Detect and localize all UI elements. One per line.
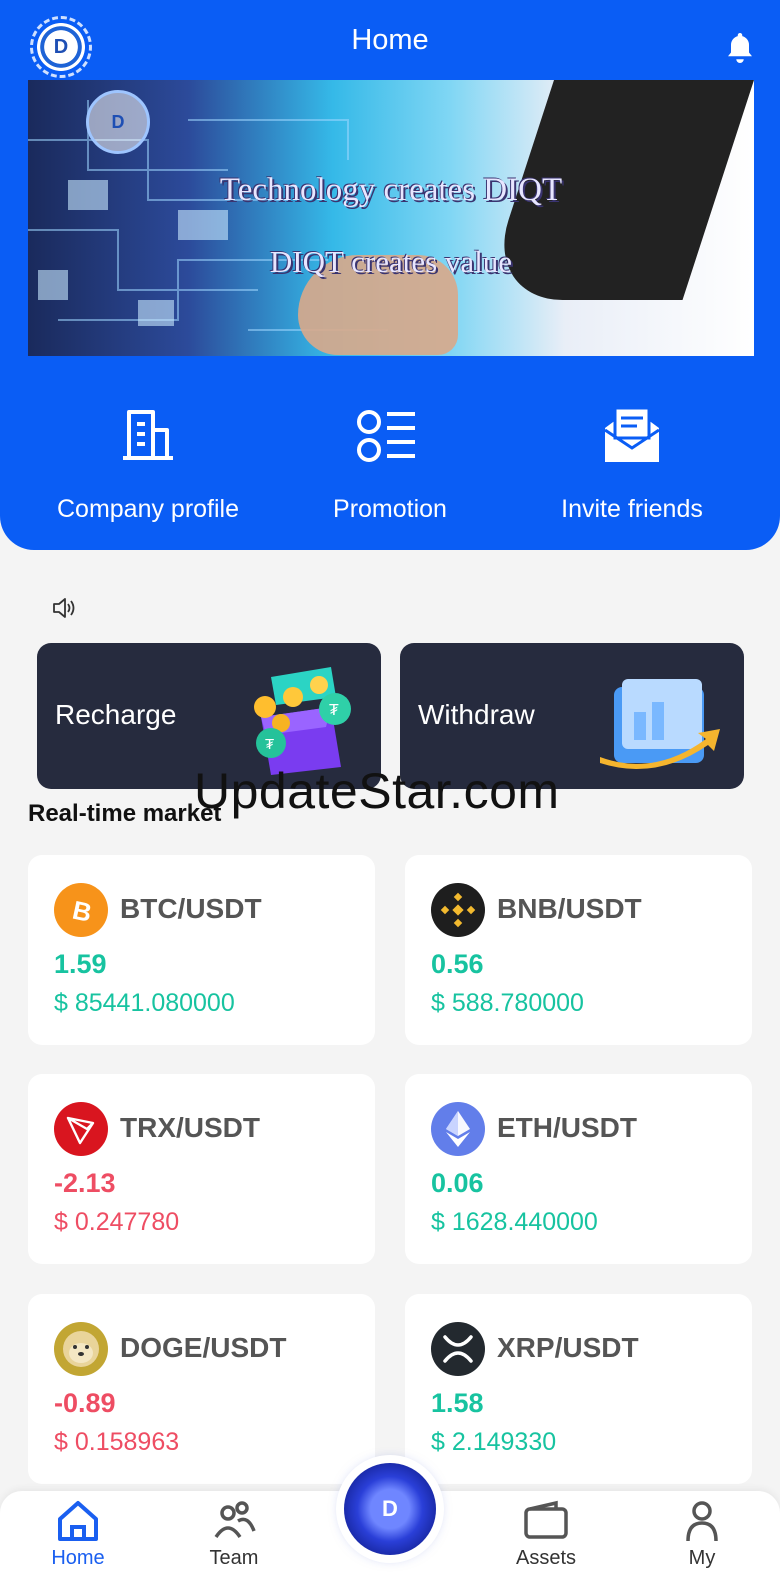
change-value: -0.89 xyxy=(54,1388,116,1418)
svg-text:₮: ₮ xyxy=(265,736,274,753)
promotion-label: Promotion xyxy=(333,495,447,523)
pair-name: XRP/USDT xyxy=(497,1332,639,1363)
change-value: 1.58 xyxy=(431,1388,484,1418)
banner-logo: D xyxy=(86,90,150,154)
price-value: $ 0.158963 xyxy=(54,1428,180,1456)
market-title: Real-time market xyxy=(28,800,222,827)
bitcoin-icon: B xyxy=(54,883,108,937)
team-icon xyxy=(214,1501,256,1539)
price-value: $ 85441.080000 xyxy=(54,989,235,1017)
pair-name: ETH/USDT xyxy=(497,1112,637,1143)
page-title: Home xyxy=(351,24,429,56)
envelope-icon xyxy=(604,406,660,462)
invite-friends-button[interactable]: Invite friends xyxy=(512,400,752,524)
user-icon xyxy=(686,1501,718,1542)
market-card-trx[interactable]: TRX/USDT -2.13 $ 0.247780 xyxy=(28,1074,375,1264)
market-card-doge[interactable]: DOGE/USDT -0.89 $ 0.158963 xyxy=(28,1294,375,1484)
pair-name: DOGE/USDT xyxy=(120,1332,287,1363)
banner-line-2: DIQT creates value xyxy=(269,244,513,279)
banner-line-1: Technology creates DIQT xyxy=(219,172,563,208)
tab-team[interactable]: Team xyxy=(174,1491,294,1583)
building-icon xyxy=(123,410,173,460)
speaker-icon xyxy=(53,598,75,618)
tab-my-label: My xyxy=(688,1547,716,1569)
ethereum-icon xyxy=(431,1102,485,1156)
center-logo-letter: D xyxy=(382,1496,398,1521)
tron-icon xyxy=(54,1102,108,1156)
promo-banner[interactable]: D Technology creates DIQT DIQT creates v… xyxy=(28,80,754,356)
market-card-eth[interactable]: ETH/USDT 0.06 $ 1628.440000 xyxy=(405,1074,752,1264)
market-card-btc[interactable]: B BTC/USDT 1.59 $ 85441.080000 xyxy=(28,855,375,1045)
pair-name: TRX/USDT xyxy=(120,1112,260,1143)
tab-assets[interactable]: Assets xyxy=(486,1491,606,1583)
tab-home-label: Home xyxy=(51,1547,105,1569)
watermark: UpdateStar.com xyxy=(194,763,560,819)
price-value: $ 588.780000 xyxy=(431,989,584,1017)
price-value: $ 2.149330 xyxy=(431,1428,557,1456)
wallet-arrow-icon xyxy=(600,679,720,769)
svg-text:₮: ₮ xyxy=(329,702,339,719)
change-value: 0.06 xyxy=(431,1168,484,1198)
tab-my[interactable]: My xyxy=(642,1491,762,1583)
center-logo-button[interactable]: D xyxy=(344,1463,436,1555)
header: D Home D Technology creates DIQT DIQT cr… xyxy=(0,0,780,550)
gift-box-coins-icon: ₮ ₮ xyxy=(254,667,351,775)
pair-name: BTC/USDT xyxy=(120,893,262,924)
recharge-label: Recharge xyxy=(55,699,177,730)
change-value: 1.59 xyxy=(54,949,107,979)
withdraw-label: Withdraw xyxy=(418,699,535,730)
market-card-bnb[interactable]: BNB/USDT 0.56 $ 588.780000 xyxy=(405,855,752,1045)
market-card-xrp[interactable]: XRP/USDT 1.58 $ 2.149330 xyxy=(405,1294,752,1484)
tab-home[interactable]: Home xyxy=(18,1491,138,1583)
tab-assets-label: Assets xyxy=(515,1547,577,1569)
price-value: $ 1628.440000 xyxy=(431,1208,598,1236)
change-value: 0.56 xyxy=(431,949,484,979)
tab-team-label: Team xyxy=(209,1547,259,1569)
pair-name: BNB/USDT xyxy=(497,893,642,924)
bnb-icon xyxy=(431,883,485,937)
price-value: $ 0.247780 xyxy=(54,1208,180,1236)
invite-friends-label: Invite friends xyxy=(561,495,703,523)
promotion-button[interactable]: Promotion xyxy=(270,400,510,524)
banner-logo-letter: D xyxy=(111,111,125,132)
company-profile-label: Company profile xyxy=(56,495,240,523)
company-profile-button[interactable]: Company profile xyxy=(28,400,268,524)
xrp-icon xyxy=(431,1322,485,1376)
wallet-icon xyxy=(524,1500,568,1539)
svg-text:B: B xyxy=(70,895,95,927)
doge-icon xyxy=(54,1322,108,1376)
bell-icon[interactable] xyxy=(722,30,758,66)
list-icon xyxy=(357,410,415,462)
change-value: -2.13 xyxy=(54,1168,116,1198)
home-icon xyxy=(58,1501,98,1541)
